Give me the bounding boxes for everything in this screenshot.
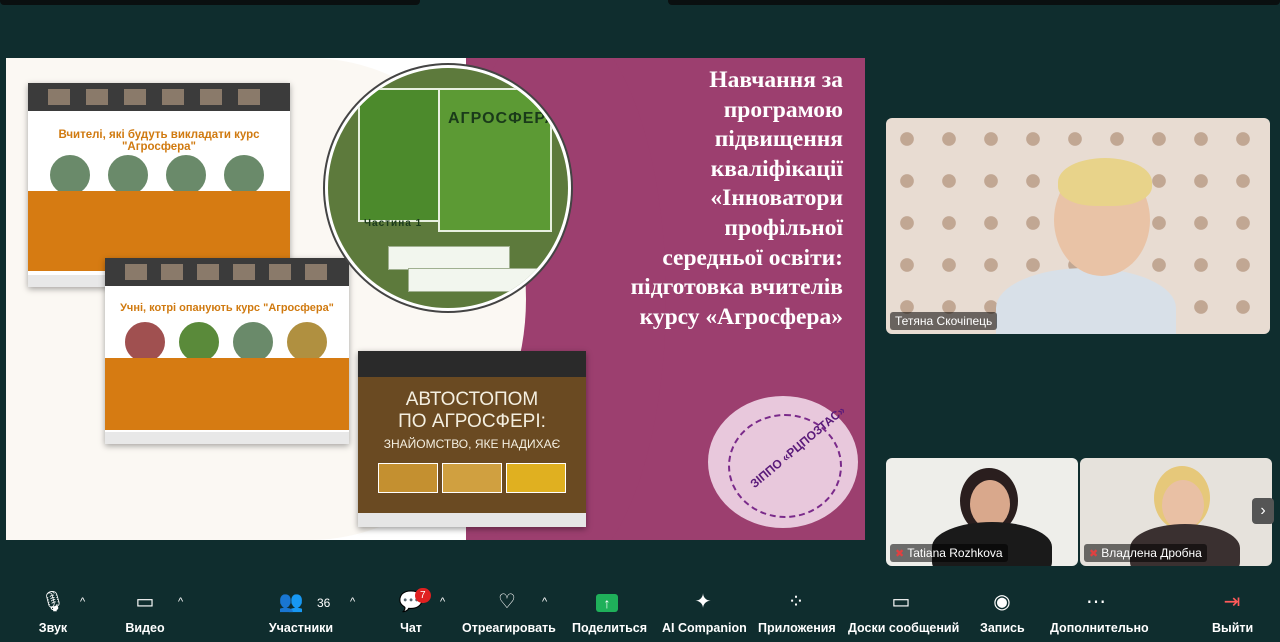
video-button[interactable]: ▭ Видео — [120, 582, 170, 642]
participants-button[interactable]: 👥 Участники — [266, 582, 336, 642]
shared-screen: Навчання за програмою підвищення кваліфі… — [6, 58, 865, 540]
chat-options-caret[interactable]: ^ — [440, 596, 445, 608]
mic-muted-icon: ✖ — [895, 548, 905, 560]
participants-options-caret[interactable]: ^ — [350, 596, 355, 608]
record-button[interactable]: ◉ Запись — [980, 582, 1025, 642]
mic-muted-icon: ✖ — [1089, 548, 1099, 560]
ai-companion-button[interactable]: ✦ AI Companion — [662, 582, 747, 642]
more-icon: ⋯ — [1086, 591, 1106, 613]
slide-title: Навчання за програмою підвищення кваліфі… — [630, 67, 843, 330]
screenshot-video: АВТОСТОПОМ ПО АГРОСФЕРІ: ЗНАЙОМСТВО, ЯКЕ… — [358, 351, 586, 527]
react-button[interactable]: ♡ Отреагировать — [462, 582, 556, 642]
share-screen-icon: ↑ — [596, 594, 618, 612]
top-bar — [0, 0, 1280, 8]
chat-badge: 7 — [415, 588, 431, 603]
record-icon: ◉ — [993, 591, 1011, 613]
participant-tile-2[interactable]: ✖ Tatiana Rozhkova — [886, 458, 1078, 566]
participant-tile-main[interactable]: Тетяна Скочіпець — [886, 118, 1270, 334]
meeting-toolbar: 🎙 Звук ^ ▭ Видео ^ 👥 Участники 36 ^ 💬 Ча… — [0, 582, 1280, 642]
participants-count: 36 — [317, 596, 331, 610]
heart-icon: ♡ — [498, 591, 516, 613]
org-logo: ЗІППО «РЦПОЗТАС» — [708, 396, 858, 528]
next-page-button[interactable]: › — [1252, 498, 1274, 524]
video-title: АВТОСТОПОМ ПО АГРОСФЕРІ: — [398, 389, 546, 432]
screenshot-students: Учні, котрі опанують курс "Агросфера" — [105, 258, 349, 444]
whiteboard-icon: ▭ — [891, 591, 911, 613]
screenshot-teachers: Вчителі, які будуть викладати курс "Агро… — [28, 83, 290, 287]
camera-icon: ▭ — [135, 591, 155, 613]
sound-options-caret[interactable]: ^ — [80, 596, 85, 608]
react-options-caret[interactable]: ^ — [542, 596, 547, 608]
participant-tile-3[interactable]: ✖ Владлена Дробна — [1080, 458, 1272, 566]
participant-name-2: Tatiana Rozhkova — [907, 546, 1003, 560]
apps-icon: ⁘ — [787, 591, 805, 613]
whiteboards-button[interactable]: ▭ Доски сообщений — [848, 582, 959, 642]
participant-name-main: Тетяна Скочіпець — [890, 312, 998, 330]
leave-icon: ⇥ — [1223, 591, 1241, 613]
more-button[interactable]: ⋯ Дополнительно — [1050, 582, 1149, 642]
participant-name-3: Владлена Дробна — [1101, 546, 1202, 560]
sparkle-icon: ✦ — [694, 591, 712, 613]
mic-muted-icon: 🎙 — [40, 591, 66, 613]
apps-button[interactable]: ⁘ Приложения — [758, 582, 836, 642]
book-image: АГРОСФЕРА Частина 1 — [328, 68, 568, 308]
leave-button[interactable]: ⇥ Выйти — [1212, 582, 1253, 642]
share-button[interactable]: ↑ Поделиться — [572, 582, 647, 642]
sound-button[interactable]: 🎙 Звук — [30, 582, 76, 642]
video-options-caret[interactable]: ^ — [178, 596, 183, 608]
